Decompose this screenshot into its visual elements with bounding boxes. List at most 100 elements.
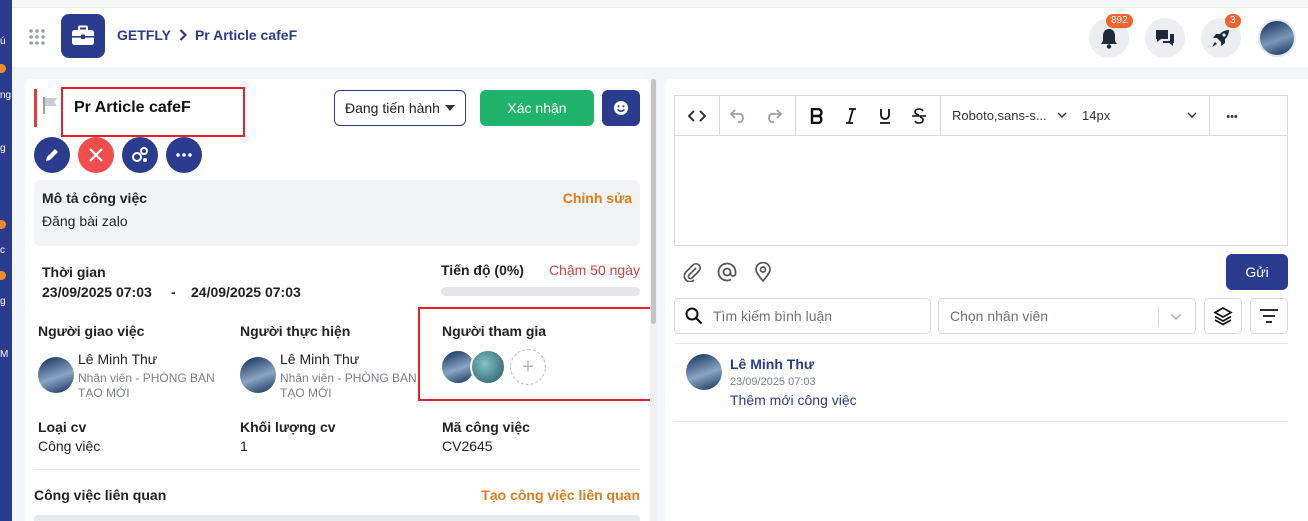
- briefcase-icon: [72, 25, 94, 45]
- rocket-button[interactable]: 3: [1201, 14, 1241, 58]
- comment-author[interactable]: Lê Minh Thư: [730, 356, 814, 372]
- type-label: Loại cv: [38, 419, 87, 435]
- apps-grid-icon[interactable]: [28, 28, 46, 46]
- breadcrumb-current: Pr Article cafeF: [194, 27, 298, 43]
- progress-bar: [441, 287, 640, 296]
- smiley-icon: [614, 101, 628, 115]
- toolbar-divider: [940, 96, 941, 136]
- topbar: GETFLY Pr Article cafeF 892 3: [12, 7, 1308, 67]
- layers-button[interactable]: [1204, 298, 1242, 334]
- undo-button[interactable]: [727, 104, 751, 128]
- sidebar-fragment[interactable]: c: [0, 245, 12, 256]
- caret-down-icon: [445, 105, 455, 111]
- notifications-button[interactable]: 892: [1089, 14, 1133, 58]
- toolbar-divider: [795, 96, 796, 136]
- emoji-button[interactable]: [602, 90, 640, 126]
- editor-toolbar: Roboto,sans-s... 14px •••: [675, 96, 1287, 136]
- font-size-select[interactable]: 14px: [1082, 108, 1110, 123]
- related-tasks-list: [34, 515, 640, 521]
- chevron-down-icon: [1170, 313, 1182, 321]
- code-value: CV2645: [442, 438, 493, 454]
- cancel-task-button[interactable]: [78, 137, 114, 173]
- flag-icon[interactable]: [42, 96, 60, 114]
- chevron-right-icon: [179, 29, 187, 41]
- scrollbar[interactable]: [650, 79, 657, 521]
- sidebar-indicator: [0, 271, 6, 280]
- filter-icon: [1260, 309, 1278, 323]
- sidebar-indicator: [0, 220, 6, 229]
- employee-select[interactable]: Chọn nhân viên: [938, 298, 1196, 334]
- font-family-select[interactable]: Roboto,sans-s...: [952, 108, 1047, 123]
- description-edit-link[interactable]: Chỉnh sửa: [563, 190, 632, 206]
- bold-button[interactable]: [805, 104, 829, 128]
- executor-role: Nhân viên - PHÒNG BAN TẠO MỚI: [280, 371, 417, 400]
- chevron-down-icon[interactable]: [1187, 112, 1197, 118]
- create-related-task-link[interactable]: Tạo công việc liên quan: [481, 487, 640, 503]
- underline-button[interactable]: [873, 104, 897, 128]
- confirm-button[interactable]: Xác nhận: [480, 90, 594, 126]
- messages-button[interactable]: [1145, 18, 1185, 58]
- end-time: 24/09/2025 07:03: [191, 284, 301, 300]
- status-select[interactable]: Đang tiến hành: [334, 90, 466, 126]
- sidebar-fragment[interactable]: g: [0, 296, 12, 307]
- executor-avatar[interactable]: [240, 357, 276, 393]
- divider: [34, 469, 640, 470]
- undo-icon: [730, 109, 744, 123]
- sidebar-fragment[interactable]: M: [0, 349, 12, 360]
- assigner-name[interactable]: Lê Minh Thư: [78, 351, 157, 367]
- volume-value: 1: [240, 438, 248, 454]
- priority-bar: [34, 89, 37, 127]
- redo-button[interactable]: [761, 104, 785, 128]
- sidebar: ú ng g c g M: [0, 0, 12, 521]
- comment-list: Lê Minh Thư 23/09/2025 07:03 Thêm mới cô…: [674, 343, 1288, 422]
- description-label: Mô tả công việc: [42, 190, 148, 206]
- time-separator: -: [171, 284, 176, 300]
- more-toolbar-button[interactable]: •••: [1220, 105, 1244, 129]
- highlight-box-participants: [418, 307, 650, 401]
- start-time: 23/09/2025 07:03: [42, 284, 152, 300]
- paperclip-icon[interactable]: [682, 262, 702, 282]
- rocket-badge: 3: [1225, 14, 1241, 28]
- sidebar-fragment[interactable]: g: [0, 143, 12, 154]
- sidebar-indicator: [0, 64, 6, 73]
- comments-panel: Roboto,sans-s... 14px ••• Gửi Chọn nhân …: [665, 79, 1308, 521]
- related-tasks-label: Công việc liên quan: [34, 487, 167, 503]
- comment-avatar[interactable]: [686, 354, 722, 390]
- breadcrumb: GETFLY Pr Article cafeF: [117, 27, 297, 43]
- volume-label: Khối lượng cv: [240, 419, 336, 435]
- pencil-icon: [46, 149, 58, 161]
- toolbar-divider: [719, 96, 720, 136]
- more-actions-button[interactable]: [166, 137, 202, 173]
- sidebar-fragment[interactable]: ú: [0, 36, 12, 47]
- notifications-badge: 892: [1106, 14, 1133, 28]
- breadcrumb-root[interactable]: GETFLY: [117, 27, 171, 43]
- bell-icon: [1101, 29, 1117, 49]
- code-label: Mã công việc: [442, 419, 530, 435]
- chevron-down-icon[interactable]: [1057, 112, 1067, 118]
- edit-button[interactable]: [34, 137, 70, 173]
- app-logo[interactable]: [61, 14, 105, 58]
- layers-icon: [1213, 307, 1233, 326]
- italic-button[interactable]: [839, 104, 863, 128]
- executor-label: Người thực hiện: [240, 323, 351, 339]
- late-badge: Chậm 50 ngày: [548, 262, 640, 278]
- user-avatar[interactable]: [1258, 19, 1296, 57]
- bold-icon: [810, 108, 823, 124]
- description-box: Mô tả công việc Chỉnh sửa Đăng bài zalo: [34, 180, 640, 246]
- status-value: Đang tiến hành: [345, 100, 440, 116]
- mention-icon[interactable]: [717, 262, 737, 282]
- employee-select-placeholder: Chọn nhân viên: [950, 308, 1049, 324]
- code-view-button[interactable]: [685, 104, 709, 128]
- assigner-avatar[interactable]: [38, 357, 74, 393]
- task-detail-panel: Pr Article cafeF Đang tiến hành Xác nhận: [25, 79, 650, 521]
- strikethrough-button[interactable]: [907, 104, 931, 128]
- scrollbar-thumb[interactable]: [651, 79, 656, 324]
- comment-search-input[interactable]: [713, 308, 923, 324]
- filter-button[interactable]: [1250, 298, 1288, 334]
- send-button[interactable]: Gửi: [1226, 254, 1288, 290]
- location-pin-icon[interactable]: [753, 262, 773, 282]
- comment-search[interactable]: [674, 298, 931, 334]
- settings-button[interactable]: [122, 137, 158, 173]
- executor-name[interactable]: Lê Minh Thư: [280, 351, 359, 367]
- sidebar-fragment[interactable]: ng: [0, 90, 12, 101]
